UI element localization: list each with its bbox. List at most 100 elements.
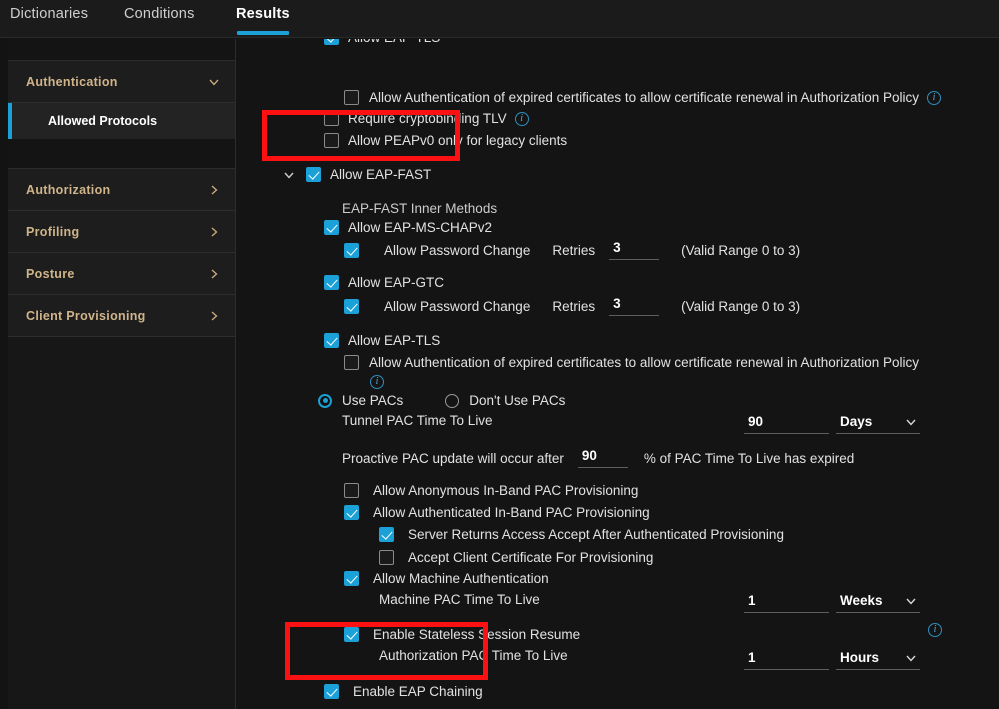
inner-methods-heading: EAP-FAST Inner Methods [342, 201, 497, 216]
row-allow-expired-certs-inner[interactable]: Allow Authentication of expired certific… [344, 355, 919, 370]
input-mschapv2-retries[interactable] [609, 240, 660, 260]
radio-dont-use-pacs[interactable] [445, 393, 460, 408]
label-tunnel-pac-ttl: Tunnel PAC Time To Live [342, 413, 493, 428]
row-expired-certs-info: i [370, 375, 384, 389]
checkbox-mschapv2-password-change[interactable] [344, 242, 359, 258]
checkbox-server-returns-access-accept[interactable] [379, 527, 394, 542]
select-machine-pac-unit[interactable]: Weeks [836, 593, 920, 613]
row-anonymous-inband-pac[interactable]: Allow Anonymous In-Band PAC Provisioning [344, 483, 638, 498]
chevron-down-icon [207, 75, 221, 89]
label-allow-expired-certs-inner: Allow Authentication of expired certific… [369, 355, 920, 370]
tab-results[interactable]: Results [236, 6, 290, 34]
app-root: Dictionaries Conditions Results Authenti… [0, 0, 999, 709]
row-allow-eap-gtc[interactable]: Allow EAP-GTC [324, 275, 444, 290]
checkbox-allow-eap-tls-inner[interactable] [324, 333, 339, 348]
sidebar-item-client-provisioning[interactable]: Client Provisioning [8, 295, 235, 337]
select-authorization-pac-unit[interactable]: Hours [836, 650, 920, 670]
checkbox-authenticated-inband-pac[interactable] [344, 505, 359, 520]
input-gtc-retries[interactable] [609, 296, 660, 316]
row-allow-eap-tls-top[interactable]: Allow EAP-TLS [324, 39, 440, 45]
label-allow-eap-fast: Allow EAP-FAST [330, 167, 432, 182]
input-machine-pac-ttl[interactable] [744, 593, 829, 613]
label-proactive-pac-suffix: % of PAC Time To Live has expired [643, 450, 855, 466]
label-allow-eap-tls-top: Allow EAP-TLS [348, 39, 440, 45]
sidebar-item-authentication[interactable]: Authentication [8, 61, 235, 103]
label-use-pacs: Use PACs [342, 393, 404, 408]
label-allow-eap-mschapv2: Allow EAP-MS-CHAPv2 [348, 220, 493, 235]
row-machine-pac-ttl: Machine PAC Time To Live [379, 592, 540, 607]
checkbox-allow-eap-mschapv2[interactable] [324, 220, 339, 235]
row-allow-eap-fast[interactable]: Allow EAP-FAST [282, 167, 431, 182]
checkbox-allow-eap-fast[interactable] [306, 167, 321, 182]
info-icon[interactable]: i [514, 111, 529, 126]
checkbox-allow-eap-tls-top[interactable] [324, 39, 339, 45]
checkbox-enable-stateless-session-resume[interactable] [344, 627, 359, 642]
row-allow-eap-tls-inner[interactable]: Allow EAP-TLS [324, 333, 440, 348]
input-authorization-pac-ttl[interactable] [744, 650, 829, 670]
active-tab-underline [237, 31, 289, 35]
label-server-returns-access-accept: Server Returns Access Accept After Authe… [408, 527, 784, 542]
sidebar-item-posture[interactable]: Posture [8, 253, 235, 295]
row-proactive-pac-update: Proactive PAC update will occur after % … [342, 448, 854, 468]
row-allow-eap-mschapv2[interactable]: Allow EAP-MS-CHAPv2 [324, 220, 492, 235]
label-allow-eap-tls-inner: Allow EAP-TLS [348, 333, 441, 348]
sidebar-item-label: Client Provisioning [26, 308, 146, 323]
sidebar-item-label: Authentication [26, 74, 118, 89]
authorization-pac-info-wrap: i [928, 619, 942, 637]
chevron-right-icon [207, 183, 221, 197]
tab-dictionaries[interactable]: Dictionaries [10, 6, 88, 34]
row-allow-machine-authentication[interactable]: Allow Machine Authentication [344, 571, 549, 586]
checkbox-allow-expired-certs-inner[interactable] [344, 355, 359, 370]
sidebar-item-authorization[interactable]: Authorization [8, 169, 235, 211]
input-proactive-pac-percent[interactable] [577, 448, 628, 468]
row-enable-eap-chaining[interactable]: Enable EAP Chaining [324, 684, 483, 699]
tab-conditions[interactable]: Conditions [124, 6, 195, 34]
label-require-cryptobinding: Require cryptobinding TLV [348, 111, 507, 126]
checkbox-anonymous-inband-pac[interactable] [344, 483, 359, 498]
info-icon[interactable]: i [928, 623, 942, 637]
checkbox-gtc-password-change[interactable] [344, 298, 359, 314]
label-gtc-password-change: Allow Password Change [384, 298, 531, 314]
row-require-cryptobinding[interactable]: Require cryptobinding TLV i [324, 111, 529, 126]
label-mschapv2-valid-range: (Valid Range 0 to 3) [681, 242, 801, 258]
checkbox-peapv0-legacy[interactable] [324, 133, 339, 148]
row-allow-expired-certs-top[interactable]: Allow Authentication of expired certific… [344, 90, 942, 105]
chevron-down-icon [904, 594, 918, 608]
select-tunnel-pac-unit[interactable]: Days [836, 414, 920, 434]
row-mschapv2-password-change[interactable]: Allow Password Change Retries (Valid Ran… [344, 240, 800, 260]
top-tabbar: Dictionaries Conditions Results [0, 0, 999, 38]
info-icon[interactable]: i [370, 375, 384, 389]
label-authorization-pac-ttl: Authorization PAC Time To Live [379, 648, 568, 663]
sidebar-item-label: Authorization [26, 182, 111, 197]
checkbox-enable-eap-chaining[interactable] [324, 684, 339, 699]
chevron-down-icon [904, 651, 918, 665]
label-proactive-pac-prefix: Proactive PAC update will occur after [342, 450, 564, 466]
row-peapv0-legacy[interactable]: Allow PEAPv0 only for legacy clients [324, 133, 567, 148]
row-accept-client-certificate[interactable]: Accept Client Certificate For Provisioni… [379, 550, 653, 565]
sidebar-item-profiling[interactable]: Profiling [8, 211, 235, 253]
chevron-right-icon [207, 225, 221, 239]
chevron-down-icon[interactable] [282, 168, 296, 182]
row-server-returns-access-accept[interactable]: Server Returns Access Accept After Authe… [379, 527, 784, 542]
checkbox-accept-client-certificate[interactable] [379, 550, 394, 565]
checkbox-allow-eap-gtc[interactable] [324, 275, 339, 290]
row-pac-mode[interactable]: Use PACs Don't Use PACs [318, 393, 565, 408]
row-gtc-password-change[interactable]: Allow Password Change Retries (Valid Ran… [344, 296, 800, 316]
info-icon[interactable]: i [927, 90, 942, 105]
label-gtc-valid-range: (Valid Range 0 to 3) [681, 298, 801, 314]
sidebar-item-label: Posture [26, 266, 75, 281]
label-anonymous-inband-pac: Allow Anonymous In-Band PAC Provisioning [373, 483, 639, 498]
select-machine-pac-unit-value: Weeks [840, 593, 883, 608]
row-enable-stateless-session-resume[interactable]: Enable Stateless Session Resume [344, 627, 580, 642]
checkbox-allow-expired-certs-top[interactable] [344, 90, 359, 105]
input-tunnel-pac-ttl[interactable] [744, 414, 829, 434]
label-machine-pac-ttl: Machine PAC Time To Live [379, 592, 540, 607]
sidebar-section-gap [8, 139, 235, 169]
checkbox-allow-machine-authentication[interactable] [344, 571, 359, 586]
sidebar-item-allowed-protocols[interactable]: Allowed Protocols [8, 103, 235, 139]
row-authenticated-inband-pac[interactable]: Allow Authenticated In-Band PAC Provisio… [344, 505, 650, 520]
selected-accent-bar [8, 103, 12, 139]
label-enable-eap-chaining: Enable EAP Chaining [353, 684, 483, 699]
checkbox-require-cryptobinding[interactable] [324, 111, 339, 126]
radio-use-pacs[interactable] [318, 393, 332, 408]
